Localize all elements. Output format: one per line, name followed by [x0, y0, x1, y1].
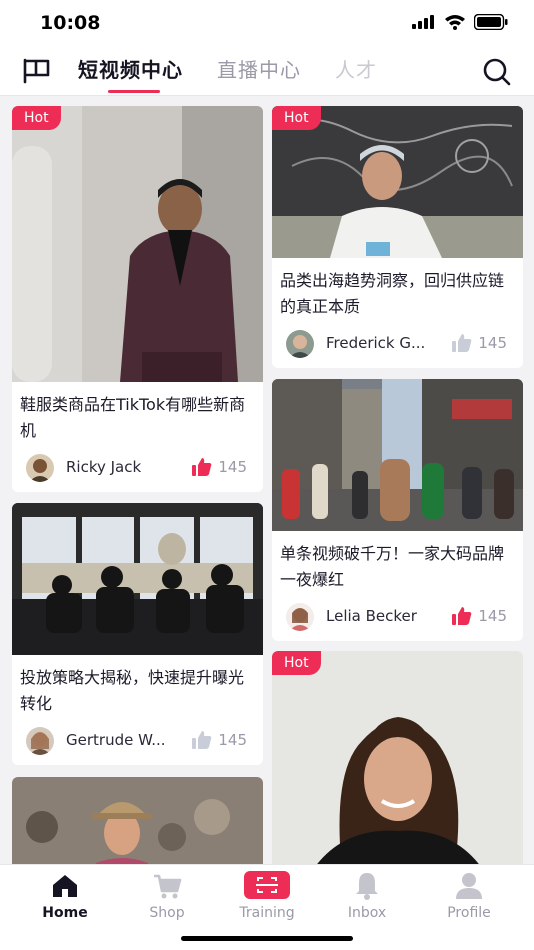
- avatar: [26, 727, 54, 755]
- like-count[interactable]: 145: [192, 458, 247, 476]
- video-card[interactable]: Hot: [272, 651, 523, 864]
- video-thumbnail: Hot: [12, 106, 263, 382]
- tab-short-video-center[interactable]: 短视频中心: [78, 46, 183, 96]
- hot-badge: Hot: [12, 106, 61, 130]
- author-name: Gertrude W...: [66, 731, 166, 749]
- avatar: [26, 454, 54, 482]
- thumb-up-icon: [192, 458, 212, 476]
- avatar: [286, 603, 314, 631]
- hot-badge: Hot: [272, 651, 321, 675]
- video-card[interactable]: 投放策略大揭秘，快速提升曝光转化 Gertrude W... 145: [12, 503, 263, 765]
- person-icon: [456, 873, 482, 899]
- video-thumbnail: [12, 777, 263, 864]
- video-thumbnail: Hot: [272, 106, 523, 258]
- search-icon[interactable]: [482, 57, 512, 87]
- top-navigation: 短视频中心 直播中心 人才: [0, 46, 534, 96]
- nav-label: Shop: [149, 905, 185, 921]
- nav-training[interactable]: Training: [222, 871, 312, 921]
- video-card[interactable]: [12, 777, 263, 864]
- home-indicator: [181, 936, 353, 941]
- thumb-up-icon: [452, 334, 472, 352]
- flag-icon[interactable]: [22, 58, 52, 84]
- hot-badge: Hot: [272, 106, 321, 130]
- nav-label: Inbox: [347, 905, 387, 921]
- video-feed: Hot 鞋服类商品在TikTok有哪些新商机 Ricky Jack 145 Ho…: [0, 96, 534, 864]
- author-name: Lelia Becker: [326, 607, 417, 625]
- nav-label: Profile: [447, 905, 491, 921]
- video-thumbnail: [12, 503, 263, 655]
- author-name: Frederick G...: [326, 334, 426, 352]
- nav-profile[interactable]: Profile: [424, 871, 514, 921]
- video-thumbnail: [272, 379, 523, 531]
- like-count[interactable]: 145: [192, 731, 247, 749]
- video-title: 鞋服类商品在TikTok有哪些新商机: [20, 395, 246, 440]
- cart-icon: [154, 874, 182, 899]
- battery-icon: [474, 14, 508, 30]
- video-card[interactable]: Hot 鞋服类商品在TikTok有哪些新商机 Ricky Jack 145: [12, 106, 263, 492]
- category-tabs: 短视频中心 直播中心 人才: [78, 46, 444, 96]
- nav-inbox[interactable]: Inbox: [322, 871, 412, 921]
- nav-label: Home: [42, 905, 88, 921]
- tab-talent[interactable]: 人才: [335, 46, 377, 96]
- like-count[interactable]: 145: [452, 607, 507, 625]
- nav-home[interactable]: Home: [20, 871, 110, 921]
- home-icon: [53, 875, 77, 897]
- video-title: 品类出海趋势洞察，回归供应链的真正本质: [280, 271, 505, 316]
- thumb-up-icon: [192, 731, 212, 749]
- video-card[interactable]: 单条视频破千万！一家大码品牌一夜爆红 Lelia Becker 145: [272, 379, 523, 641]
- video-title: 投放策略大揭秘，快速提升曝光转化: [20, 668, 245, 713]
- video-thumbnail: Hot: [272, 651, 523, 864]
- scan-icon: [244, 871, 290, 899]
- wifi-icon: [445, 15, 465, 30]
- like-count[interactable]: 145: [452, 334, 507, 352]
- avatar: [286, 330, 314, 358]
- status-time: 10:08: [40, 12, 101, 34]
- thumb-up-icon: [452, 607, 472, 625]
- nav-shop[interactable]: Shop: [122, 871, 212, 921]
- video-card[interactable]: Hot 品类出海趋势洞察，回归供应链的真正本质 Frederick G... 1…: [272, 106, 523, 368]
- video-title: 单条视频破千万！一家大码品牌一夜爆红: [280, 544, 505, 589]
- bell-icon: [356, 873, 378, 900]
- signal-icon: [412, 15, 434, 29]
- tab-live-center[interactable]: 直播中心: [217, 46, 301, 96]
- status-bar: 10:08: [0, 0, 534, 46]
- nav-label: Training: [239, 905, 295, 921]
- author-name: Ricky Jack: [66, 458, 142, 476]
